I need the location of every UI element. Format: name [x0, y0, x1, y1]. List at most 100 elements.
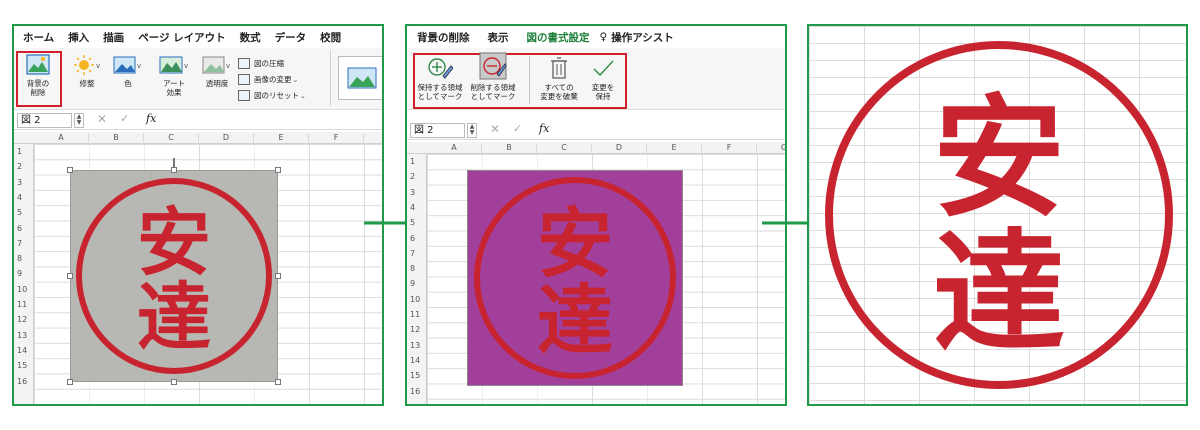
row-header[interactable]: 10 [410, 292, 420, 307]
tab-view[interactable]: 表示 [488, 30, 509, 45]
enter-icon[interactable]: ✓ [120, 112, 129, 125]
formula-bar: 図 2 ▲ ▼ ✕ ✓ fx [14, 110, 382, 130]
insert-function-icon[interactable]: fx [539, 122, 549, 135]
mark-areas-to-keep-button[interactable]: 保持する領域 としてマーク [415, 56, 465, 101]
column-header[interactable]: A [427, 143, 482, 154]
column-header[interactable]: F [702, 143, 757, 154]
tab-tell-me[interactable]: 操作アシスト [611, 30, 674, 45]
column-header[interactable]: C [144, 133, 199, 144]
row-header[interactable]: 14 [17, 343, 27, 358]
artistic-effects-button[interactable]: v アート 効果 [152, 54, 196, 97]
row-header[interactable]: 8 [410, 261, 415, 276]
resize-handle[interactable] [171, 379, 177, 385]
resize-handle[interactable] [275, 167, 281, 173]
tab-insert[interactable]: 挿入 [68, 30, 89, 45]
name-box[interactable]: 図 2 [17, 113, 72, 128]
tab-remove-background[interactable]: 背景の削除 [417, 30, 470, 45]
keep-changes-button[interactable]: 変更を 保持 [583, 56, 623, 101]
rotate-handle[interactable] [173, 158, 175, 167]
column-header[interactable]: D [592, 143, 647, 154]
row-header[interactable]: 2 [17, 159, 22, 174]
color-button[interactable]: v 色 [109, 54, 147, 88]
column-header[interactable]: D [199, 133, 254, 144]
stamp-photo-removal-preview[interactable]: 安 達 [467, 170, 683, 386]
tab-formulas[interactable]: 数式 [240, 30, 261, 45]
stamp-seal-transparent[interactable]: 安 達 [819, 34, 1179, 396]
cancel-icon[interactable]: ✕ [97, 112, 107, 126]
cancel-icon[interactable]: ✕ [490, 122, 500, 136]
column-header[interactable]: E [647, 143, 702, 154]
row-header[interactable]: 11 [410, 307, 420, 322]
row-header[interactable]: 14 [410, 353, 420, 368]
tab-review[interactable]: 校閲 [320, 30, 341, 45]
tab-data[interactable]: データ [275, 30, 307, 45]
stamp-photo[interactable]: 安 達 [70, 170, 278, 382]
column-header[interactable]: E [254, 133, 309, 144]
tab-home[interactable]: ホーム [23, 30, 54, 45]
spreadsheet-grid[interactable]: A B C D E F G 1 2 3 4 5 6 7 8 9 10 11 12… [407, 142, 785, 404]
picture-style-gallery[interactable] [338, 56, 382, 100]
row-header[interactable]: 8 [17, 251, 22, 266]
compress-pictures-button[interactable]: 図の圧縮 [238, 58, 284, 69]
change-picture-button[interactable]: 画像の変更 ⌄ [238, 74, 298, 85]
row-header[interactable]: 3 [410, 185, 415, 200]
column-header[interactable]: C [537, 143, 592, 154]
resize-handle[interactable] [275, 273, 281, 279]
row-header[interactable]: 16 [410, 384, 420, 399]
resize-handle[interactable] [67, 273, 73, 279]
reset-picture-button[interactable]: 図のリセット ⌄ [238, 90, 306, 101]
row-header[interactable]: 9 [17, 266, 22, 281]
row-header[interactable]: 5 [410, 215, 415, 230]
name-box-spinner[interactable]: ▲ ▼ [74, 113, 84, 128]
column-header[interactable]: B [89, 133, 144, 144]
resize-handle[interactable] [67, 379, 73, 385]
row-header[interactable]: 11 [17, 297, 27, 312]
discard-all-changes-button[interactable]: すべての 変更を破棄 [535, 56, 583, 101]
row-header[interactable]: 2 [410, 169, 415, 184]
column-header[interactable]: A [34, 133, 89, 144]
row-header[interactable]: 3 [17, 175, 22, 190]
row-header[interactable]: 13 [410, 338, 420, 353]
row-header[interactable]: 9 [410, 276, 415, 291]
row-header[interactable]: 10 [17, 282, 27, 297]
name-box-spinner[interactable]: ▲ ▼ [467, 123, 477, 138]
row-header[interactable]: 13 [17, 328, 27, 343]
remove-background-highlight [16, 51, 62, 107]
insert-function-icon[interactable]: fx [146, 112, 156, 125]
enter-icon[interactable]: ✓ [513, 122, 522, 135]
row-header[interactable]: 12 [17, 312, 27, 327]
row-header[interactable]: 1 [17, 144, 22, 159]
row-header[interactable]: 6 [17, 221, 22, 236]
svg-text:v: v [96, 62, 100, 70]
row-header[interactable]: 6 [410, 231, 415, 246]
lightbulb-icon: ♀ [599, 31, 608, 43]
column-header[interactable]: G [364, 133, 382, 144]
tab-draw[interactable]: 描画 [103, 30, 124, 45]
tab-picture-format[interactable]: 図の書式設定 [527, 30, 590, 45]
row-header[interactable]: 7 [17, 236, 22, 251]
row-header[interactable]: 1 [410, 154, 415, 169]
column-header[interactable]: G [757, 143, 785, 154]
resize-handle[interactable] [67, 167, 73, 173]
corrections-button[interactable]: v 修整 [68, 54, 106, 88]
spreadsheet-grid[interactable]: A B C D E F G 1 2 3 4 5 6 7 8 9 10 11 12… [14, 132, 382, 404]
stamp-char-2: 達 [537, 276, 613, 365]
svg-text:v: v [184, 62, 188, 70]
row-header[interactable]: 5 [17, 205, 22, 220]
tab-page-layout[interactable]: ページ レイアウト [138, 30, 225, 45]
row-header[interactable]: 15 [17, 358, 27, 373]
change-picture-icon [238, 74, 250, 85]
row-header[interactable]: 7 [410, 246, 415, 261]
resize-handle[interactable] [171, 167, 177, 173]
row-header[interactable]: 15 [410, 368, 420, 383]
row-header[interactable]: 4 [17, 190, 22, 205]
mark-areas-to-remove-button[interactable]: 削除する領域 としてマーク [467, 52, 519, 101]
resize-handle[interactable] [275, 379, 281, 385]
column-header[interactable]: F [309, 133, 364, 144]
row-header[interactable]: 12 [410, 322, 420, 337]
row-header[interactable]: 16 [17, 374, 27, 389]
column-header[interactable]: B [482, 143, 537, 154]
transparency-button[interactable]: v 透明度 [197, 54, 237, 88]
row-header[interactable]: 4 [410, 200, 415, 215]
name-box[interactable]: 図 2 [410, 123, 465, 138]
